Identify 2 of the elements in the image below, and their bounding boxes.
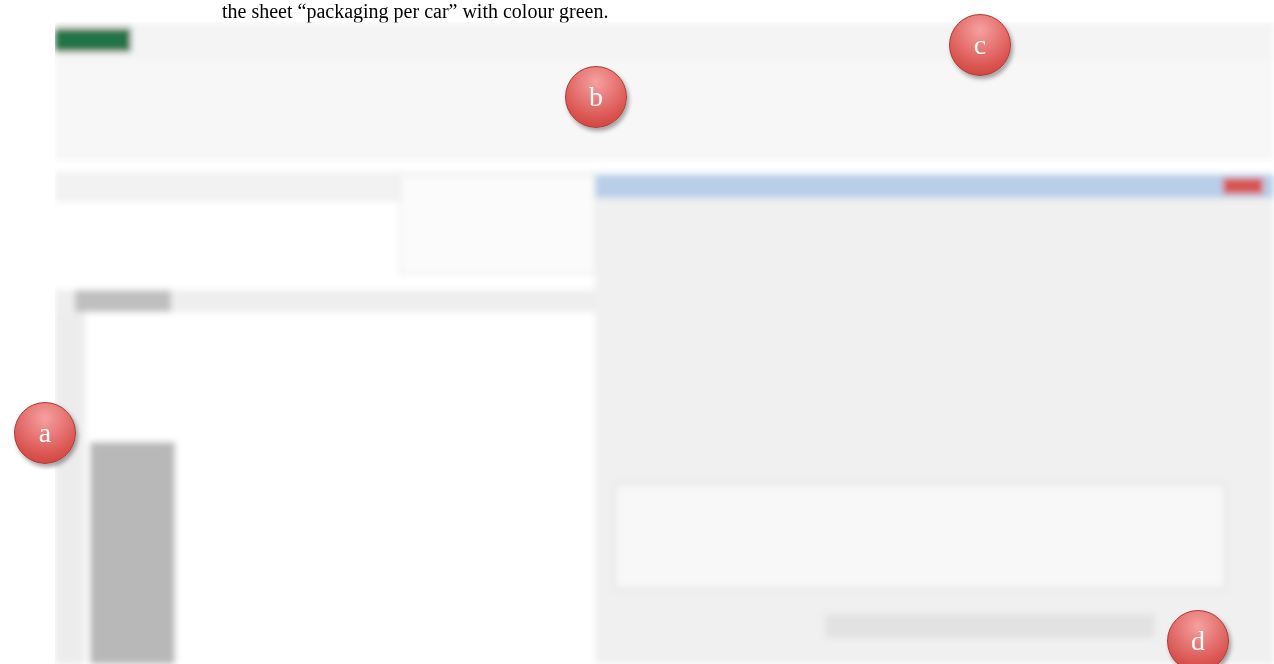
caption-text: the sheet “packaging per car” with colour green.: [222, 0, 609, 22]
callout-marker: a: [14, 402, 76, 464]
